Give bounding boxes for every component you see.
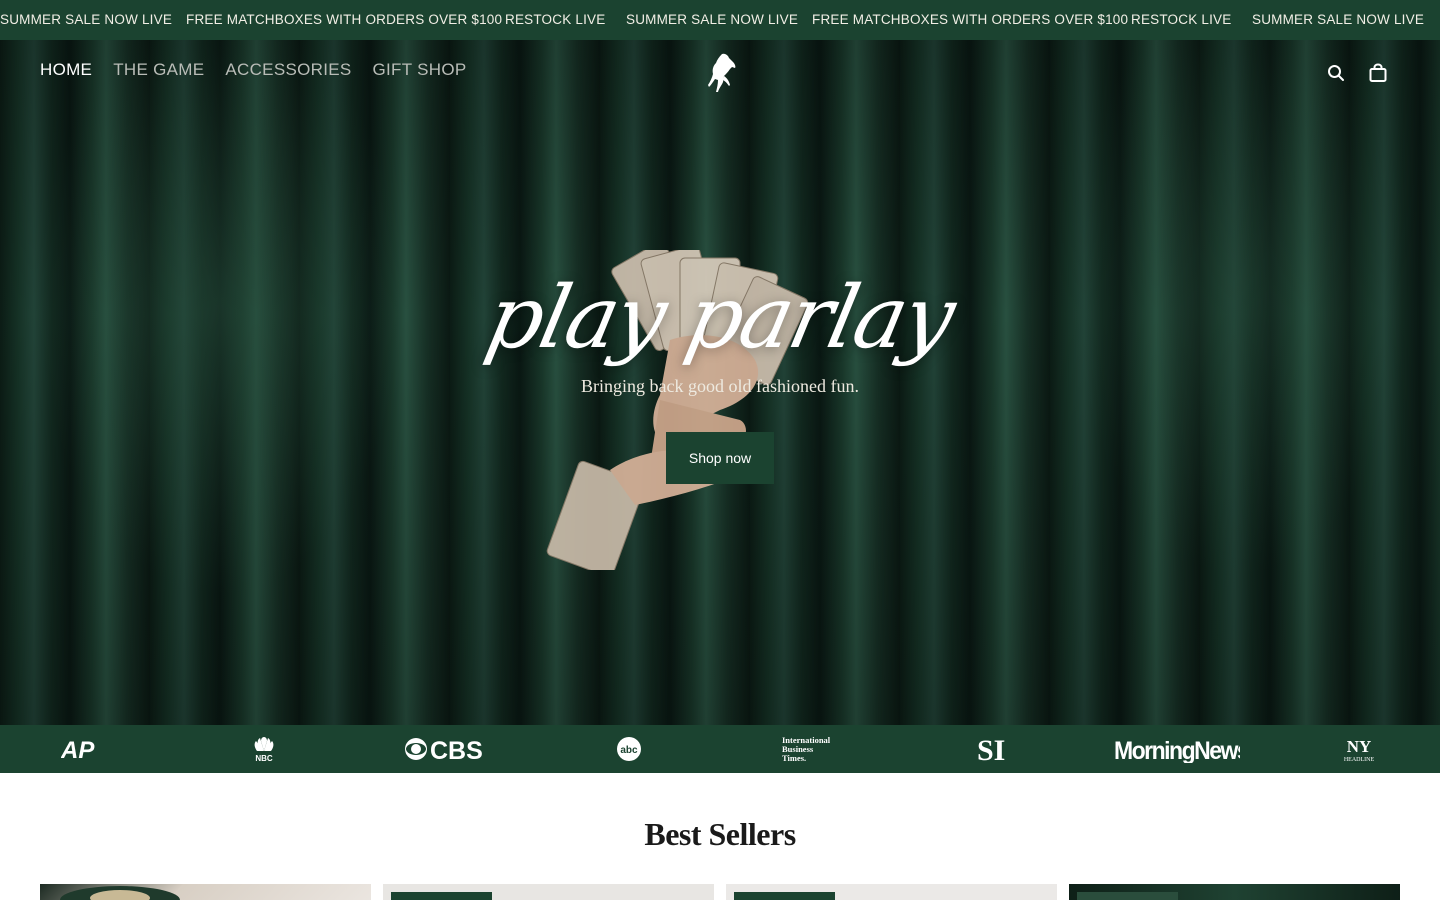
hero-title: play parlay [478,268,962,368]
svg-text:Times.: Times. [782,753,806,763]
announcement-item: SUMMER SALE NOW LIVE [626,12,799,27]
product-card[interactable] [383,884,714,900]
announcement-item: RESTOCK LIVE [505,12,606,27]
ibt-logo: International Business Times. [780,725,844,773]
svg-text:AP: AP [61,737,95,761]
nav-item-home[interactable]: HOME [40,60,92,80]
nav-item-the-game[interactable]: THE GAME [113,60,204,80]
product-card[interactable] [40,884,371,900]
svg-text:MorningNews: MorningNews [1114,737,1240,763]
product-card[interactable] [726,884,1057,900]
main-nav: HOME THE GAME ACCESSORIES GIFT SHOP [40,60,467,80]
announcement-bar: SUMMER SALE NOW LIVE FREE MATCHBOXES WIT… [0,0,1440,40]
shop-now-button[interactable]: Shop now [666,432,774,484]
announcement-item: FREE MATCHBOXES WITH ORDERS OVER $100 [186,12,503,27]
announcement-item: RESTOCK LIVE [1131,12,1232,27]
best-sellers-title: Best Sellers [644,816,796,852]
svg-text:NY: NY [1347,737,1372,756]
product-badge [391,892,492,900]
morningnews-logo: MorningNews [1112,725,1240,773]
svg-text:NBC: NBC [255,754,273,763]
announcement-item: SUMMER SALE NOW LIVE [0,12,173,27]
svg-text:SI: SI [977,735,1005,763]
product-badge [734,892,835,900]
svg-text:abc: abc [620,745,638,756]
ny-headline-logo: NY HEADLINE [1336,725,1382,773]
nav-item-gift-shop[interactable]: GIFT SHOP [373,60,467,80]
product-badge [1077,892,1178,900]
product-image [60,886,180,900]
si-logo: SI [975,725,1013,773]
hero-subtitle: Bringing back good old fashioned fun. [581,376,859,396]
cbs-eye-logo: CBS [404,725,490,773]
announcement-item: FREE MATCHBOXES WITH ORDERS OVER $100 [812,12,1129,27]
nbc-peacock-logo: NBC [245,725,283,773]
nav-item-accessories[interactable]: ACCESSORIES [225,60,351,80]
announcement-item: SUMMER SALE NOW LIVE [1252,12,1425,27]
abc-logo: abc [614,725,644,773]
search-icon[interactable] [1325,62,1347,84]
hero-section: HOME THE GAME ACCESSORIES GIFT SHOP play [0,40,1440,725]
svg-text:HEADLINE: HEADLINE [1344,757,1375,763]
product-card[interactable] [1069,884,1400,900]
rearing-horse-logo[interactable] [702,52,740,94]
ap-logo: AP [50,725,112,773]
svg-text:CBS: CBS [430,737,483,762]
shopping-bag-icon[interactable] [1367,62,1389,84]
press-logos-strip: AP NBC CBS abc International Business Ti… [0,725,1440,773]
